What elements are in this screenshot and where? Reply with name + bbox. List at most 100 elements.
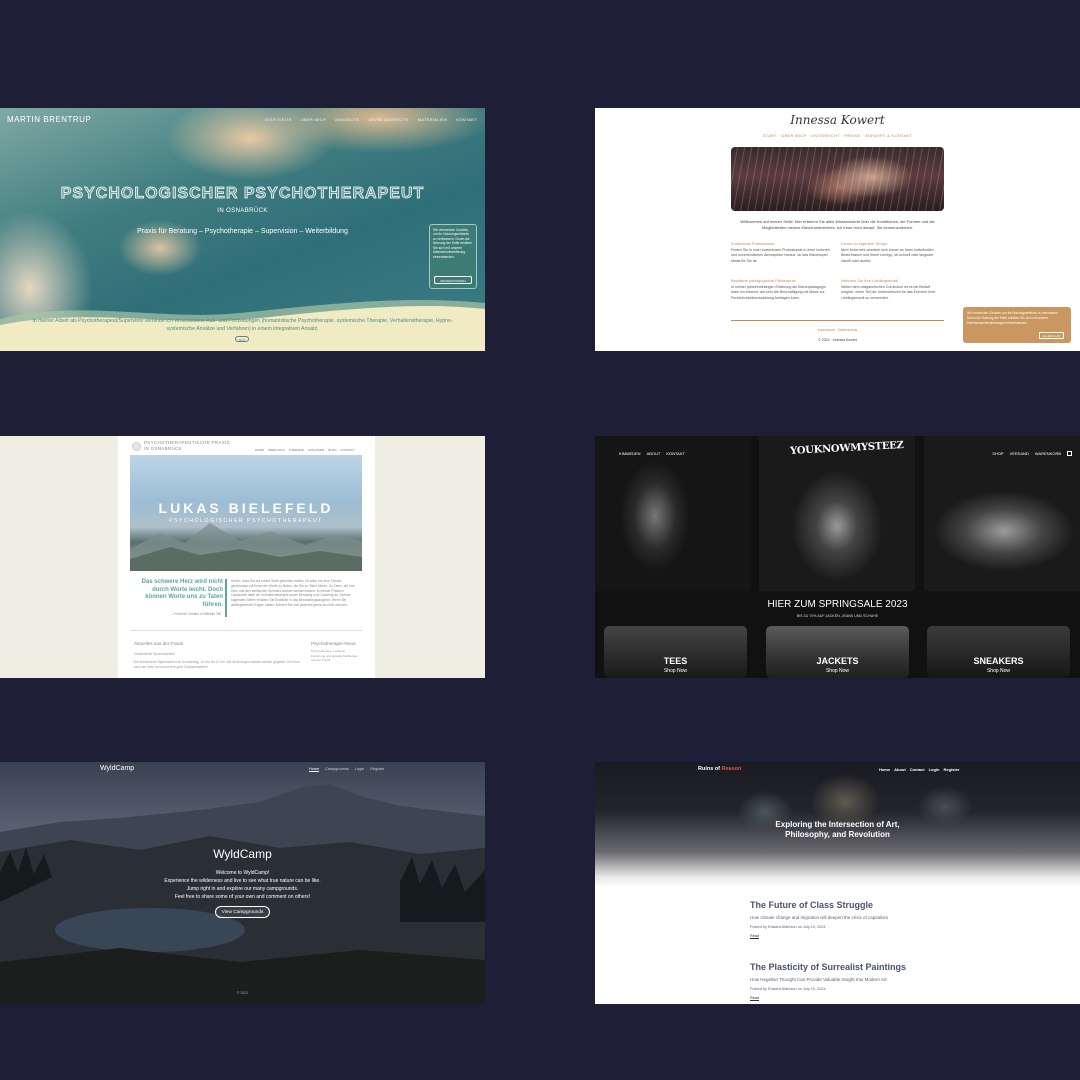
quote-source: — Friedrich Schiller in Wilhelm Tell [170, 612, 221, 616]
read-link[interactable]: Read [750, 934, 760, 939]
welcome-text: Willkommen auf meiner Seite! Hier erfahr… [740, 219, 935, 231]
logo-icon[interactable] [132, 442, 141, 451]
nav-item[interactable]: ÜBER MICH [301, 117, 326, 122]
feature-title[interactable]: Bewährte pädagogische Philosophie [731, 278, 831, 283]
nav-item[interactable]: Register [370, 767, 384, 772]
category-card-jackets[interactable]: JACKETS Shop Now [766, 626, 909, 678]
nav-item[interactable]: Login [929, 767, 940, 772]
hero-line: Welcome to WyldCamp! [215, 870, 270, 876]
sale-title: HIER ZUM SPRINGSALE 2023 [767, 599, 908, 610]
hero-title-line: Exploring the Intersection of Art, [775, 820, 900, 829]
welcome-paragraph: Schön, dass Sie auf meine Seite gefunden… [231, 579, 355, 607]
nav-item[interactable]: THERAPIE [289, 448, 304, 452]
shop-now-link[interactable]: Shop Now [766, 668, 909, 674]
nav-item[interactable]: About [894, 767, 906, 772]
site-logo[interactable]: MARTIN BRENTRUP [7, 115, 91, 124]
nav-item[interactable]: Contact [910, 767, 925, 772]
news-subheading[interactable]: Geänderte Sprechzeiten [134, 652, 175, 656]
nav-item[interactable]: KONTAKT [456, 117, 477, 122]
nav-item[interactable]: Home [879, 767, 890, 772]
site-logo[interactable]: WyldCamp [100, 765, 134, 772]
intro-text: In meiner Arbeit als Psychotherapeut/Sup… [32, 318, 453, 332]
post-subtitle: How climate change and migration will de… [750, 915, 889, 920]
hero-title-line: Philosophy, and Revolution [785, 830, 890, 840]
category-card-tees[interactable]: TEES Shop Now [604, 626, 747, 678]
site-logo[interactable]: Innessa Kowert [595, 113, 1080, 127]
brand-accent: Reason [721, 766, 742, 772]
hero-photo-right [924, 436, 1080, 591]
tile-wyldcamp: WyldCamp Home Campgrounds Login Register… [0, 762, 485, 1004]
news-text: Die telefonische Sprechzeit ist ab Donne… [134, 660, 300, 669]
cart-icon[interactable] [1067, 451, 1072, 456]
cookie-accept-button[interactable]: EINVERSTANDEN [434, 276, 472, 284]
cookie-accept-button[interactable]: ALLES KLAR [1039, 332, 1064, 339]
tile-ruins-of-reason: Ruins of Reason Home About Contact Login… [595, 762, 1080, 1004]
feature-text: Finden Sie in einer kostenlosen Probestu… [731, 248, 830, 263]
nav-item[interactable]: MEINE ANGEBOTE [369, 117, 409, 122]
hero-tagline: Praxis für Beratung – Psychotherapie – S… [137, 228, 348, 235]
nav-item[interactable]: Campgrounds [325, 767, 349, 772]
feature-title[interactable]: Kostenlose Probestunde [731, 241, 831, 246]
category-name: SNEAKERS [973, 656, 1024, 666]
feature-text: Mein Unterricht orientiert sich immer an… [841, 248, 935, 263]
practice-name[interactable]: PSYCHOTHERAPEUTISCHE PRAXIS IN OSNABRÜCK [144, 440, 230, 453]
shop-now-link[interactable]: Shop Now [927, 668, 1070, 674]
footer-divider [731, 320, 944, 321]
tile-innessa-kowert: Innessa Kowert START · ÜBER MICH · UNTER… [595, 108, 1080, 351]
feature-block: Lernen in eigenem Tempo Mein Unterricht … [841, 241, 941, 264]
nav-item[interactable]: ABOUT [647, 451, 661, 456]
nav-item[interactable]: SHOP [992, 451, 1003, 456]
nav-item[interactable]: ANGEBOTE [335, 117, 360, 122]
sidebar-heading: Psychotherapie-News [311, 641, 356, 646]
nav-item[interactable]: MATERIALIEN [418, 117, 448, 122]
nav-item[interactable]: VERSAND [1010, 451, 1029, 456]
sidebar-text: Psychotherapie: Leitlinien, Forschung un… [311, 649, 358, 662]
post-title[interactable]: The Future of Class Struggle [750, 900, 873, 910]
more-button[interactable]: Mehr [235, 336, 249, 342]
nav-item[interactable]: BLOG [328, 448, 336, 452]
hero-title: LUKAS BIELEFELD [158, 500, 334, 516]
category-name: TEES [663, 656, 688, 666]
practice-location-line: IN OSNABRÜCK [144, 446, 182, 452]
feature-title[interactable]: Lernen in eigenem Tempo [841, 241, 941, 246]
read-link[interactable]: Read [750, 996, 760, 1001]
nav-item-home[interactable]: Home [309, 767, 320, 772]
category-card-sneakers[interactable]: SNEAKERS Shop Now [927, 626, 1070, 678]
nav-item[interactable]: HOME [255, 448, 264, 452]
post-title[interactable]: The Plasticity of Surrealist Paintings [750, 962, 906, 972]
nav-item[interactable]: STARTSEITE [265, 117, 292, 122]
nav-item[interactable]: KONTAKT [666, 451, 685, 456]
hero-text: Welcome to WyldCamp! Experience the wild… [0, 869, 485, 901]
hero-subtitle: PSYCHOLOGISCHER PSYCHOTHERAPEUT [169, 518, 323, 524]
hero-title: PSYCHOLOGISCHER PSYCHOTHERAPEUT [60, 185, 425, 203]
hero-line: Feel free to share some of your own and … [174, 894, 311, 900]
feature-text: In meiner jahrzehntelangen Erfahrung als… [731, 285, 826, 300]
tile-martin-brentrup: MARTIN BRENTRUP STARTSEITE ÜBER MICH ANG… [0, 108, 485, 351]
nav-left: KIMMEDEN ABOUT KONTAKT [619, 451, 685, 456]
nav-item[interactable]: Login [355, 767, 364, 772]
cookie-banner: Wir verwenden Cookies, um Ihr Nutzungser… [429, 224, 477, 289]
quote-bar [225, 579, 227, 617]
feature-block: Nehmen Sie Ihre Lieblingsmusik Neben dem… [841, 278, 941, 301]
hero-photo-left [595, 436, 751, 591]
shop-now-link[interactable]: Shop Now [604, 668, 747, 674]
nav-item[interactable]: KIMMEDEN [619, 451, 641, 456]
category-name: JACKETS [816, 656, 859, 666]
nav-item[interactable]: AUSLÖSER [308, 448, 324, 452]
feature-text: Neben dem obligatorischen Curriculum ist… [841, 285, 936, 300]
feature-title[interactable]: Nehmen Sie Ihre Lieblingsmusik [841, 278, 941, 283]
cookie-text: Wir verwenden Cookies, um Ihr Nutzungser… [967, 311, 1059, 325]
main-nav: Home About Contact Login Register [879, 767, 959, 772]
nav-item[interactable]: ÜBER MICH [268, 448, 285, 452]
nav-item[interactable]: Register [943, 767, 959, 772]
hero-line: Jump right in and explore our many campg… [186, 886, 299, 892]
nav-item[interactable]: WARENKORB [1035, 451, 1061, 456]
main-nav[interactable]: START · ÜBER MICH · UNTERRICHT · PREISE … [595, 133, 1080, 138]
sale-subtitle: BIS ZU 70% AUF JACKEN, JEANS UND SCHUHE [796, 614, 879, 618]
hero-photo-center [759, 436, 915, 591]
tile-streetwear-shop: KIMMEDEN ABOUT KONTAKT YOUKNOWMYSTEEZ SH… [595, 436, 1080, 678]
site-logo[interactable]: Ruins of Reason [698, 766, 741, 772]
view-campgrounds-button[interactable]: View Campgrounds [215, 906, 270, 918]
nav-item[interactable]: KONTAKT [341, 448, 355, 452]
section-divider [130, 630, 362, 631]
